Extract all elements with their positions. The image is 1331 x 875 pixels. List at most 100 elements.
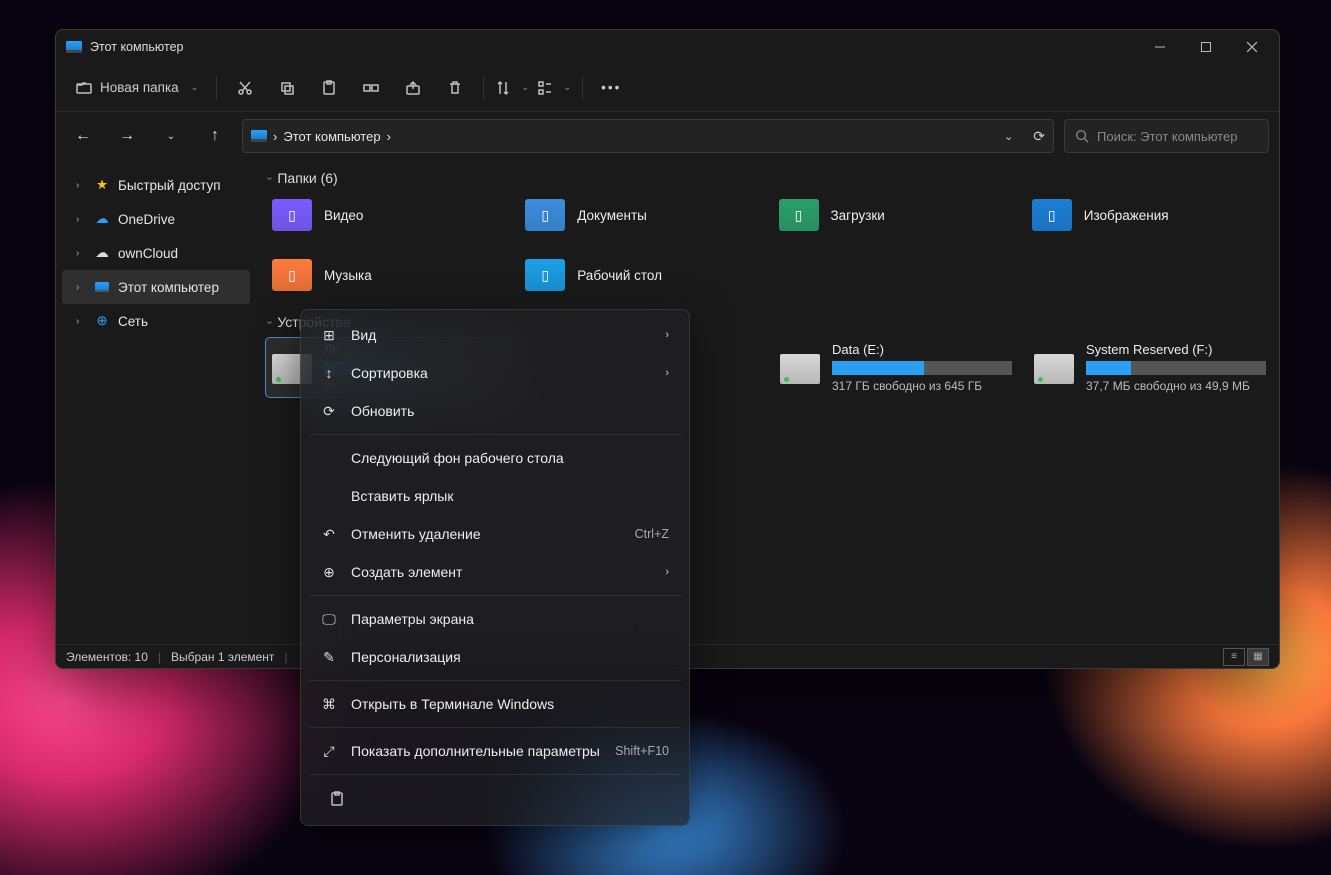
back-button[interactable]: ←: [66, 119, 100, 153]
star-icon: ★: [94, 177, 110, 193]
brush-icon: ✎: [321, 649, 337, 665]
drive-icon: [780, 354, 820, 384]
sidebar-item-network[interactable]: ›⊕Сеть: [62, 304, 250, 338]
folder-icon: ▯: [272, 199, 312, 231]
recent-button[interactable]: ⌄: [154, 119, 188, 153]
refresh-icon: ⟳: [321, 403, 337, 419]
cut-button[interactable]: [225, 71, 265, 105]
folder-label: Видео: [324, 208, 363, 223]
trash-icon: [447, 80, 463, 96]
minimize-button[interactable]: [1137, 30, 1183, 64]
toolbar: Новая папка ⌄ ⌄ ⌄ •••: [56, 64, 1279, 112]
folder-label: Рабочий стол: [577, 268, 662, 283]
folders-group-header[interactable]: ›Папки (6): [268, 170, 1269, 186]
this-pc-icon: [251, 130, 267, 142]
folder-label: Изображения: [1084, 208, 1169, 223]
folder-icon: ▯: [525, 259, 565, 291]
ctx-create[interactable]: ⊕Создать элемент›: [307, 553, 683, 591]
cloud-icon: ☁: [94, 245, 110, 261]
ctx-next-background[interactable]: Следующий фон рабочего стола: [307, 439, 683, 477]
folder-icon: ▯: [525, 199, 565, 231]
drive-item[interactable]: System Reserved (F:) 37,7 МБ свободно из…: [1028, 338, 1272, 397]
view-icon: [537, 80, 553, 96]
new-folder-button[interactable]: Новая папка ⌄: [66, 71, 208, 105]
monitor-icon: 🖵: [321, 611, 337, 627]
sort-icon: [495, 80, 511, 96]
drive-label: System Reserved (F:): [1086, 342, 1266, 357]
folder-icon: ▯: [779, 199, 819, 231]
share-button[interactable]: [393, 71, 433, 105]
address-bar[interactable]: › Этот компьютер › ⌄ ⟳: [242, 119, 1054, 153]
folder-icon: ▯: [1032, 199, 1072, 231]
scissors-icon: [237, 80, 253, 96]
paste-icon: [329, 791, 345, 807]
drive-label: Data (E:): [832, 342, 1012, 357]
ctx-paste-shortcut[interactable]: Вставить ярлык: [307, 477, 683, 515]
address-label: Этот компьютер: [283, 129, 380, 144]
window-title: Этот компьютер: [90, 40, 183, 54]
view-tiles-button[interactable]: ▦: [1247, 648, 1269, 666]
navbar: ← → ⌄ ↑ › Этот компьютер › ⌄ ⟳ Поиск: Эт…: [56, 112, 1279, 160]
ellipsis-icon: •••: [601, 80, 621, 95]
folder-item[interactable]: ▯ Рабочий стол: [519, 254, 762, 296]
sidebar-item-quick-access[interactable]: ›★Быстрый доступ: [62, 168, 250, 202]
folder-item[interactable]: ▯ Загрузки: [773, 194, 1016, 236]
forward-button[interactable]: →: [110, 119, 144, 153]
close-button[interactable]: [1229, 30, 1275, 64]
ctx-display-settings[interactable]: 🖵Параметры экрана: [307, 600, 683, 638]
ctx-sort[interactable]: ↕Сортировка›: [307, 354, 683, 392]
paste-button[interactable]: [309, 71, 349, 105]
copy-button[interactable]: [267, 71, 307, 105]
search-box[interactable]: Поиск: Этот компьютер: [1064, 119, 1269, 153]
chevron-right-icon: ›: [665, 329, 669, 341]
chevron-right-icon: ›: [665, 367, 669, 379]
address-sep: ›: [387, 129, 391, 144]
folder-label: Документы: [577, 208, 647, 223]
more-button[interactable]: •••: [591, 71, 631, 105]
rename-button[interactable]: [351, 71, 391, 105]
ctx-paste-button[interactable]: [317, 782, 357, 816]
drive-item[interactable]: Data (E:) 317 ГБ свободно из 645 ГБ: [774, 338, 1018, 397]
ctx-personalize[interactable]: ✎Персонализация: [307, 638, 683, 676]
address-sep: ›: [273, 129, 277, 144]
ctx-refresh[interactable]: ⟳Обновить: [307, 392, 683, 430]
maximize-button[interactable]: [1183, 30, 1229, 64]
sort-button[interactable]: ⌄: [492, 71, 532, 105]
view-details-button[interactable]: ≡: [1223, 648, 1245, 666]
paste-icon: [321, 80, 337, 96]
chevron-down-icon: ⌄: [191, 82, 199, 93]
ctx-view[interactable]: ⊞Вид›: [307, 316, 683, 354]
sidebar-item-this-pc[interactable]: ›Этот компьютер: [62, 270, 250, 304]
drive-usage-bar: [1086, 361, 1266, 375]
ctx-show-more[interactable]: ⤢Показать дополнительные параметрыShift+…: [307, 732, 683, 770]
expand-icon: ⤢: [321, 743, 337, 759]
view-button[interactable]: ⌄: [534, 71, 574, 105]
grid-icon: ⊞: [321, 327, 337, 343]
drive-icon: [1034, 354, 1074, 384]
network-icon: ⊕: [94, 313, 110, 329]
rename-icon: [363, 80, 379, 96]
folder-item[interactable]: ▯Музыка: [266, 254, 509, 296]
drive-free-text: 37,7 МБ свободно из 49,9 МБ: [1086, 379, 1266, 393]
drive-usage-bar: [832, 361, 1012, 375]
folder-item[interactable]: ▯ Видео: [266, 194, 509, 236]
chevron-right-icon: ›: [665, 566, 669, 578]
drive-free-text: 317 ГБ свободно из 645 ГБ: [832, 379, 1012, 393]
chevron-down-icon[interactable]: ⌄: [1004, 130, 1013, 143]
sidebar-item-owncloud[interactable]: ›☁ownCloud: [62, 236, 250, 270]
folder-label: Загрузки: [831, 208, 885, 223]
share-icon: [405, 80, 421, 96]
search-placeholder: Поиск: Этот компьютер: [1097, 129, 1237, 144]
delete-button[interactable]: [435, 71, 475, 105]
terminal-icon: ⌘: [321, 696, 337, 712]
up-button[interactable]: ↑: [198, 119, 232, 153]
ctx-open-terminal[interactable]: ⌘Открыть в Терминале Windows: [307, 685, 683, 723]
folder-item[interactable]: ▯ Документы: [519, 194, 762, 236]
titlebar: Этот компьютер: [56, 30, 1279, 64]
folder-item[interactable]: ▯ Изображения: [1026, 194, 1269, 236]
refresh-icon[interactable]: ⟳: [1033, 128, 1045, 145]
ctx-undo-delete[interactable]: ↶Отменить удалениеCtrl+Z: [307, 515, 683, 553]
search-icon: [1075, 129, 1089, 143]
sidebar-item-onedrive[interactable]: ›☁OneDrive: [62, 202, 250, 236]
context-menu: ⊞Вид› ↕Сортировка› ⟳Обновить Следующий ф…: [300, 309, 690, 826]
